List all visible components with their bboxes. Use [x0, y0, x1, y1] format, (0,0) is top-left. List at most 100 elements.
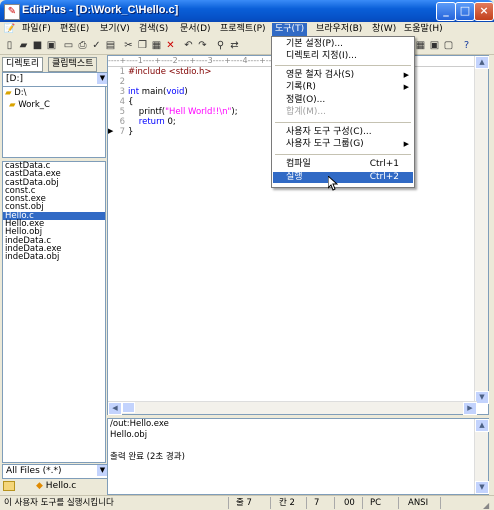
tools-dropdown-menu: 기본 설정(P)... 디렉토리 지정(I)... 영문 철자 검사(S) ▶ 기…: [271, 36, 415, 188]
scroll-right-icon[interactable]: ▶: [463, 402, 477, 415]
menu-item-compile[interactable]: 컴파일 Ctrl+1: [273, 159, 413, 170]
menu-separator: [275, 122, 411, 123]
open-folder-icon[interactable]: ▰: [17, 39, 30, 52]
close-button[interactable]: ×: [474, 2, 494, 21]
line-number: 6: [119, 117, 125, 127]
help-icon[interactable]: ?: [460, 39, 473, 52]
menu-item-sum: 합계(M)...: [286, 107, 326, 117]
scroll-thumb[interactable]: [122, 402, 135, 413]
menu-item-configure-user-tools[interactable]: 사용자 도구 구성(C)...: [273, 127, 413, 138]
status-separator: [270, 497, 271, 509]
clipboard-icon[interactable]: ▤: [104, 39, 117, 52]
scroll-up-icon[interactable]: ▲: [475, 56, 489, 69]
directory-tree[interactable]: ▰ D:\ ▰ Work_C: [2, 86, 106, 158]
scroll-down-icon[interactable]: ▼: [475, 391, 489, 404]
menu-search[interactable]: 검색(S): [136, 23, 171, 36]
output-line: /out:Hello.exe: [110, 419, 169, 429]
file-filter-select[interactable]: All Files (*.*) ▼: [2, 464, 109, 479]
menu-view[interactable]: 보기(V): [97, 23, 133, 36]
menu-browser[interactable]: 브라우저(B): [313, 23, 365, 36]
replace-icon[interactable]: ⇄: [228, 39, 241, 52]
cut-icon[interactable]: ✂: [122, 39, 135, 52]
editor-horizontal-scrollbar[interactable]: ◀ ▶: [108, 401, 477, 415]
shortcut-label: Ctrl+1: [369, 159, 399, 169]
folder-icon[interactable]: [3, 481, 15, 491]
menu-item-preferences[interactable]: 기본 설정(P)...: [273, 39, 413, 50]
window-tile-icon[interactable]: ▦: [414, 39, 427, 52]
status-message: 이 사용자 도구를 실행시킵니다: [4, 498, 114, 508]
menu-item-run[interactable]: 실행 Ctrl+2: [273, 172, 413, 183]
menu-window[interactable]: 창(W): [369, 23, 399, 36]
tab-directory[interactable]: 디렉토리: [2, 57, 44, 72]
output-line: 출력 완료 (2초 경과): [110, 452, 185, 462]
new-file-icon[interactable]: ▯: [3, 39, 16, 52]
tree-item-drive[interactable]: ▰ D:\: [3, 87, 105, 99]
status-line-ending: PC: [370, 498, 382, 508]
output-window[interactable]: /out:Hello.exe Hello.obj 출력 완료 (2초 경과) ▲…: [107, 418, 489, 495]
folder-open-icon: ▰: [5, 88, 12, 98]
resize-grip-icon[interactable]: ◢: [483, 501, 489, 510]
app-icon[interactable]: ✎: [4, 4, 20, 20]
status-bar: 이 사용자 도구를 실행시킵니다 줄 7 칸 2 7 00 PC ANSI ◢: [0, 495, 494, 510]
status-separator: [398, 497, 399, 509]
save-all-icon[interactable]: ▣: [45, 39, 58, 52]
title-bar[interactable]: ✎ EditPlus - [D:\Work_C\Hello.c] _ □ ×: [0, 0, 494, 22]
status-line: 줄 7: [236, 498, 252, 508]
spell-check-icon[interactable]: ✓: [90, 39, 103, 52]
menu-separator: [275, 154, 411, 155]
folder-icon: ▰: [9, 100, 16, 110]
drive-select[interactable]: [D:] ▼: [2, 72, 109, 87]
status-encoding: ANSI: [408, 498, 429, 508]
drive-select-value: [D:]: [6, 74, 23, 84]
current-line-marker-icon: ▶: [108, 127, 114, 135]
window-title: EditPlus - [D:\Work_C\Hello.c]: [22, 4, 179, 16]
menu-document[interactable]: 문서(D): [177, 23, 214, 36]
document-menu-icon[interactable]: 📝: [4, 23, 15, 36]
window-cascade-icon[interactable]: ▣: [428, 39, 441, 52]
line-number-gutter: 1 2 3 4 5 6 7: [108, 67, 128, 404]
tab-cliptext[interactable]: 클립텍스트: [48, 57, 98, 72]
menu-item-set-directory[interactable]: 디렉토리 지정(I)...: [273, 51, 413, 62]
menu-file[interactable]: 파일(F): [19, 23, 54, 36]
submenu-arrow-icon: ▶: [403, 83, 409, 91]
fullscreen-icon[interactable]: ▢: [442, 39, 455, 52]
save-icon[interactable]: ■: [31, 39, 44, 52]
line-number: 2: [119, 77, 125, 87]
menu-help[interactable]: 도움말(H): [401, 23, 446, 36]
menu-item-spell-check[interactable]: 영문 철자 검사(S) ▶: [273, 70, 413, 81]
menu-tools[interactable]: 도구(T): [272, 23, 308, 36]
print-preview-icon[interactable]: ▭: [62, 39, 75, 52]
delete-icon[interactable]: ✕: [164, 39, 177, 52]
scroll-up-icon[interactable]: ▲: [475, 419, 489, 432]
menu-edit[interactable]: 편집(E): [57, 23, 92, 36]
tree-item-work-c[interactable]: ▰ Work_C: [3, 99, 105, 111]
status-separator: [306, 497, 307, 509]
list-item[interactable]: indeData.obj: [3, 253, 105, 262]
print-icon[interactable]: ⎙: [76, 39, 89, 52]
document-tab-hello-c[interactable]: ◆ Hello.c: [36, 480, 76, 492]
paste-icon[interactable]: ▦: [150, 39, 163, 52]
undo-icon[interactable]: ↶: [182, 39, 195, 52]
copy-icon[interactable]: ❐: [136, 39, 149, 52]
minimize-button[interactable]: _: [436, 2, 456, 21]
maximize-button[interactable]: □: [455, 2, 475, 21]
status-separator: [228, 497, 229, 509]
redo-icon[interactable]: ↷: [196, 39, 209, 52]
document-tab-bar: ◆ Hello.c: [2, 480, 104, 492]
find-icon[interactable]: ⚲: [214, 39, 227, 52]
file-list[interactable]: castData.c castData.exe castData.obj con…: [2, 161, 106, 463]
file-filter-value: All Files (*.*): [6, 466, 62, 476]
editor-vertical-scrollbar[interactable]: ▲ ▼: [474, 56, 489, 404]
mouse-cursor-icon: [328, 176, 338, 191]
menu-item-user-tool-group[interactable]: 사용자 도구 그룹(G) ▶: [273, 139, 413, 150]
menu-item-sort[interactable]: 정렬(O)...: [273, 95, 413, 106]
scroll-left-icon[interactable]: ◀: [108, 402, 122, 415]
output-line: Hello.obj: [110, 430, 148, 440]
output-vertical-scrollbar[interactable]: ▲ ▼: [474, 419, 489, 494]
menu-item-record[interactable]: 기록(R) ▶: [273, 82, 413, 93]
menu-project[interactable]: 프로젝트(P): [217, 23, 269, 36]
scroll-down-icon[interactable]: ▼: [475, 481, 489, 494]
line-number: 1: [119, 67, 125, 77]
line-number: 4: [119, 97, 125, 107]
